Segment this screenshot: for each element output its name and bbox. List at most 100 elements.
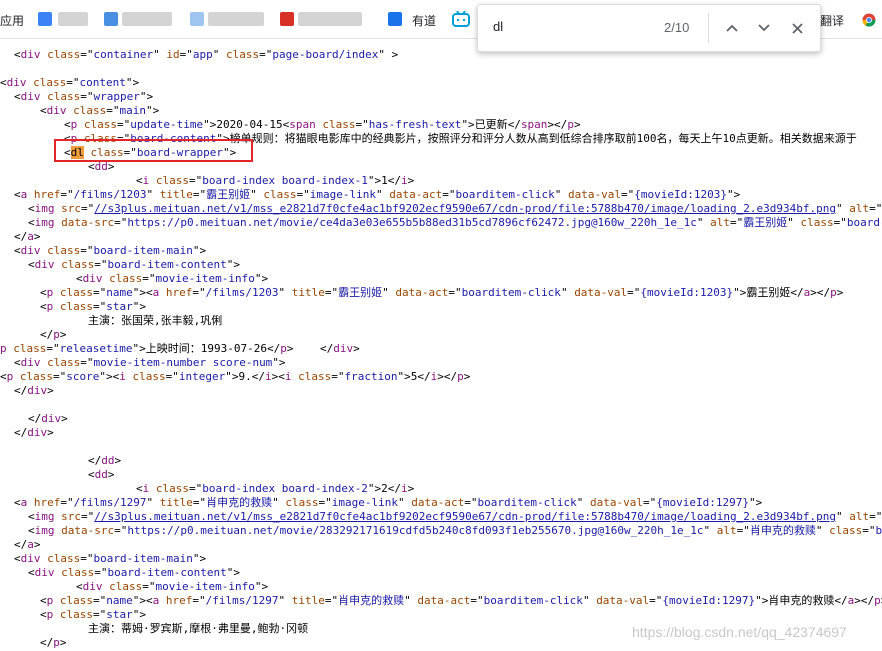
chevron-up-icon [726,24,738,32]
source-token: class [59,608,93,621]
source-token: =" [464,496,478,509]
source-token: ="" [869,202,882,215]
source-link[interactable]: //s3plus.meituan.net/v1/mss_e2821d7f0cfe… [94,202,836,215]
source-token: </ [14,538,28,551]
source-token: data-act [395,286,449,299]
chrome-icon[interactable] [862,12,876,31]
source-token: board-item-main [93,244,193,257]
bookmark-apps[interactable]: 应用 [0,12,24,29]
source-token: page-board/index [272,48,379,61]
source-token: class [322,118,356,131]
bookmark-blurred[interactable] [298,12,362,26]
source-token: /films/1203 [205,286,279,299]
source-token: =" [730,216,744,229]
source-token: "> [132,342,146,355]
bookmark-icon[interactable] [104,12,118,26]
source-token: class [109,580,143,593]
source-token: {movieId:1297} [656,496,749,509]
source-token: " [250,188,264,201]
source-token: data-val [596,594,650,607]
source-line: <p class="star"> [40,608,146,622]
source-line: <div class="movie-item-number score-num"… [14,356,286,370]
source-token: " [278,286,292,299]
source-token: p [53,328,60,341]
source-token: title [159,496,193,509]
bookmark-blurred[interactable] [208,12,264,26]
source-line: <a href="/films/1297" title="肖申克的救赎" cla… [14,496,762,510]
source-token: dd [94,468,108,481]
source-token: "> [203,118,217,131]
source-token: " [835,202,850,215]
source-token: </ [28,412,42,425]
source-token: alt [849,202,870,215]
find-close-button[interactable] [784,15,810,41]
source-token [149,482,156,495]
source-token: < [0,76,7,89]
source-token [53,608,60,621]
source-token: =" [165,370,179,383]
bookmark-translate[interactable]: 翻译 [820,12,844,29]
source-token: =" [93,300,107,313]
source-line: </dd> [88,454,121,468]
source-token: boarditem-click [477,496,577,509]
source-link[interactable]: //s3plus.meituan.net/v1/mss_e2821d7f0cfe… [94,510,836,523]
source-token: " [397,496,412,509]
source-token [149,174,156,187]
source-token: > [353,342,360,355]
source-token: div [82,580,103,593]
source-token: =" [259,48,273,61]
source-token: > [33,538,41,551]
source-token: p [830,286,837,299]
source-token: > [107,468,115,481]
source-line: 主演：张国荣,张丰毅,巩俐 [88,314,222,328]
bookmark-youdao[interactable]: 有道 [412,12,436,29]
source-token: boarditem-click [461,286,561,299]
bookmark-icon[interactable] [190,12,204,26]
source-token: integer [178,370,226,383]
bookmark-blurred[interactable] [58,12,88,26]
source-token: movie-item-info [155,272,255,285]
source-token: p [874,594,881,607]
source-token: data-val [590,496,644,509]
source-token: class [47,48,81,61]
source-token: 2 [381,482,388,495]
source-token: " [153,48,167,61]
source-token: < [14,48,21,61]
source-token: class [155,174,189,187]
source-token: has-fresh-text [368,118,462,131]
source-token: =" [442,188,456,201]
source-token: img [34,524,55,537]
source-token: </ [14,384,28,397]
find-next-button[interactable] [751,15,777,41]
youdao-icon[interactable] [388,12,402,26]
source-token: board-index board-index-2 [202,482,368,495]
source-token: 霸王别姬 [338,286,383,299]
source-line: <div class="board-item-content"> [28,566,240,580]
source-token: div [82,272,103,285]
bookmark-icon[interactable] [280,12,294,26]
source-token: ></ [810,286,831,299]
source-token: </ [266,342,281,355]
source-line: <img data-src="https://p0.meituan.net/mo… [28,524,882,538]
bilibili-icon[interactable] [452,10,470,31]
source-token: class [59,300,93,313]
source-token: </ [834,594,848,607]
source-token: p [457,370,464,383]
source-token: "> [132,608,146,621]
source-token: "> [225,370,239,383]
source-token: class [61,258,95,271]
source-token: </ [14,426,28,439]
find-input[interactable]: dl [493,19,503,34]
source-token: > [463,370,471,383]
source-token: div [34,258,55,271]
find-previous-button[interactable] [719,15,745,41]
source-token: < [40,608,47,621]
source-token: fraction [344,370,398,383]
bookmark-icon[interactable] [38,12,52,26]
source-token: wrapper [93,90,140,103]
source-token: dd [101,454,115,467]
bookmark-blurred[interactable] [122,12,172,26]
close-icon [791,22,803,34]
source-token: app [192,48,213,61]
source-token: 霸王别姬 [206,188,251,201]
